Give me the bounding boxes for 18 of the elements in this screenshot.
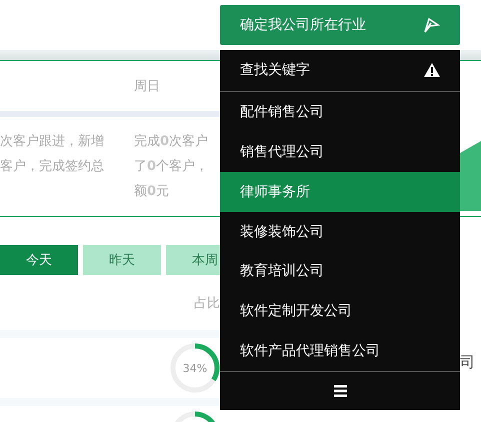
summary-text: 客户，完成签约总: [0, 158, 104, 176]
column-header: 占比: [194, 294, 220, 312]
industry-item[interactable]: 配件销售公司: [220, 92, 460, 132]
industry-item[interactable]: 软件产品代理销售公司: [220, 331, 460, 372]
period-tab[interactable]: 今天: [0, 245, 78, 275]
industry-button[interactable]: 确定我公司所在行业: [220, 5, 460, 45]
menu-icon[interactable]: [334, 385, 346, 398]
warning-icon: [424, 63, 440, 78]
industry-item[interactable]: 律师事务所: [220, 172, 460, 212]
industry-item[interactable]: 销售代理公司: [220, 132, 460, 172]
industry-item[interactable]: 软件定制开发公司: [220, 291, 460, 332]
summary-text: 次客户跟进，新增: [0, 133, 104, 151]
company-text: 司: [460, 353, 476, 372]
period-tab[interactable]: 昨天: [83, 245, 161, 275]
day-heading: 周日: [134, 78, 160, 95]
search-keyword-item[interactable]: 查找关键字: [220, 50, 460, 92]
pen-icon: [422, 17, 440, 33]
percentage-text: 34%: [182, 362, 208, 374]
